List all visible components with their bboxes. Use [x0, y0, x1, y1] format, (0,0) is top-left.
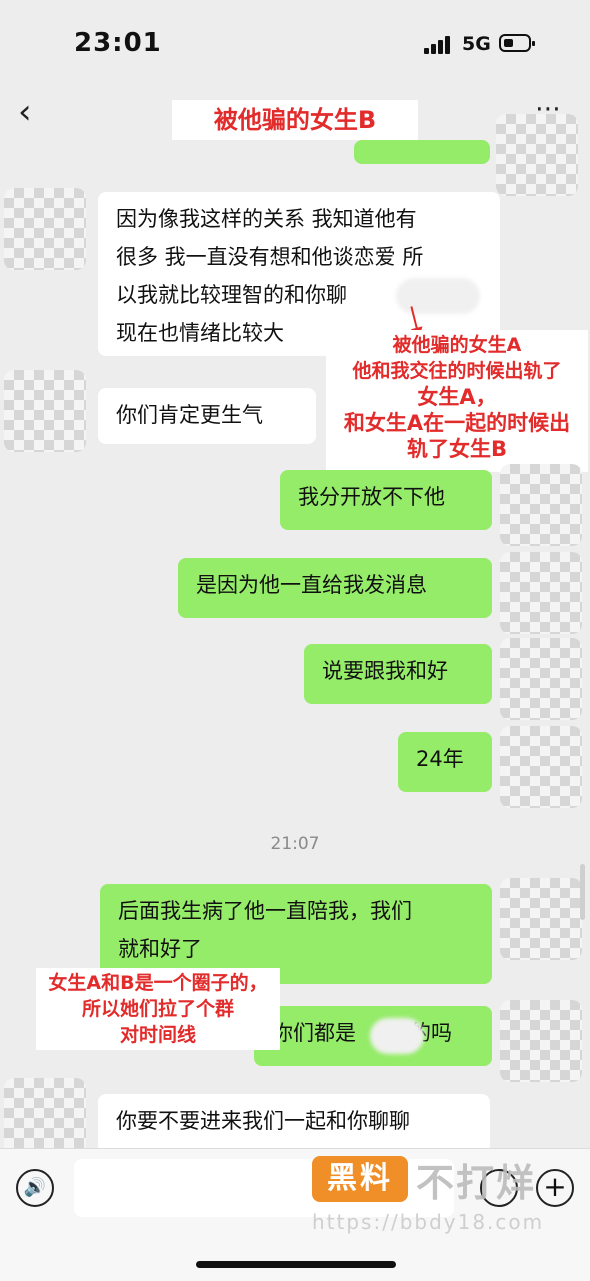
annotation-line: 和女生A在一起的时候出: [343, 411, 571, 435]
avatar[interactable]: [4, 188, 86, 270]
avatar[interactable]: [500, 878, 582, 960]
message-bubble-sent[interactable]: 是因为他一直给我发消息: [178, 558, 492, 618]
message-list[interactable]: 因为像我这样的关系 我知道他有 很多 我一直没有想和他谈恋爱 所 以我就比较理智…: [0, 114, 590, 1160]
message-bubble-sent[interactable]: 说要跟我和好: [304, 644, 492, 704]
signal-icon: [424, 36, 454, 54]
scrollbar[interactable]: [580, 864, 585, 920]
avatar[interactable]: [500, 1000, 582, 1082]
watermark-slogan: 不打烊: [416, 1161, 537, 1205]
annotation-line: 他和我交往的时候出轨了: [352, 360, 562, 382]
avatar[interactable]: [500, 638, 582, 720]
message-line: 后面我生病了他一直陪我，我们: [118, 899, 412, 923]
redaction-blur: [396, 278, 480, 314]
avatar[interactable]: [500, 464, 582, 546]
status-bar: 23:01 5G: [0, 0, 590, 92]
watermark-logo: 黑料: [312, 1156, 408, 1202]
message-bubble-sent[interactable]: 我分开放不下他: [280, 470, 492, 530]
page-title: 被他骗的女生B: [172, 100, 418, 140]
annotation-line: 女生A，: [417, 385, 497, 409]
network-type: 5G: [462, 33, 491, 55]
avatar[interactable]: [500, 726, 582, 808]
annotation-line: 对时间线: [119, 1024, 196, 1046]
annotation-line: 女生A和B是一个圈子的，: [48, 972, 268, 994]
plus-icon[interactable]: +: [536, 1169, 574, 1207]
voice-icon[interactable]: 🔊: [16, 1169, 54, 1207]
redaction-blur: [370, 1018, 424, 1054]
annotation-line: 被他骗的女生A: [392, 334, 522, 356]
message-bubble-received[interactable]: 你要不要进来我们一起和你聊聊: [98, 1094, 490, 1154]
message-bubble-sent[interactable]: 24年: [398, 732, 492, 792]
avatar[interactable]: [4, 370, 86, 452]
message-bubble-partial: [354, 140, 490, 164]
message-bubble-received[interactable]: 你们肯定更生气: [98, 388, 316, 444]
annotation-note: 被他骗的女生A 他和我交往的时候出轨了 女生A， 和女生A在一起的时候出 轨了女…: [326, 330, 588, 472]
message-text: 你们都是: [272, 1021, 356, 1045]
annotation-note: 女生A和B是一个圈子的， 所以她们拉了个群 对时间线: [36, 968, 280, 1050]
home-indicator: [196, 1261, 396, 1268]
message-line: 很多 我一直没有想和他谈恋爱 所: [116, 245, 424, 269]
avatar[interactable]: [500, 552, 582, 634]
clock: 23:01: [74, 28, 162, 58]
annotation-line: 所以她们拉了个群: [81, 998, 234, 1020]
battery-icon: [499, 34, 535, 52]
message-line: 就和好了: [118, 937, 202, 961]
chevron-left-icon[interactable]: ‹: [18, 92, 52, 136]
timestamp: 21:07: [270, 834, 320, 854]
watermark-url: https://bbdy18.com: [312, 1210, 545, 1234]
message-line: 因为像我这样的关系 我知道他有: [116, 207, 417, 231]
annotation-line: 轨了女生B: [406, 437, 507, 461]
avatar[interactable]: [496, 114, 578, 196]
